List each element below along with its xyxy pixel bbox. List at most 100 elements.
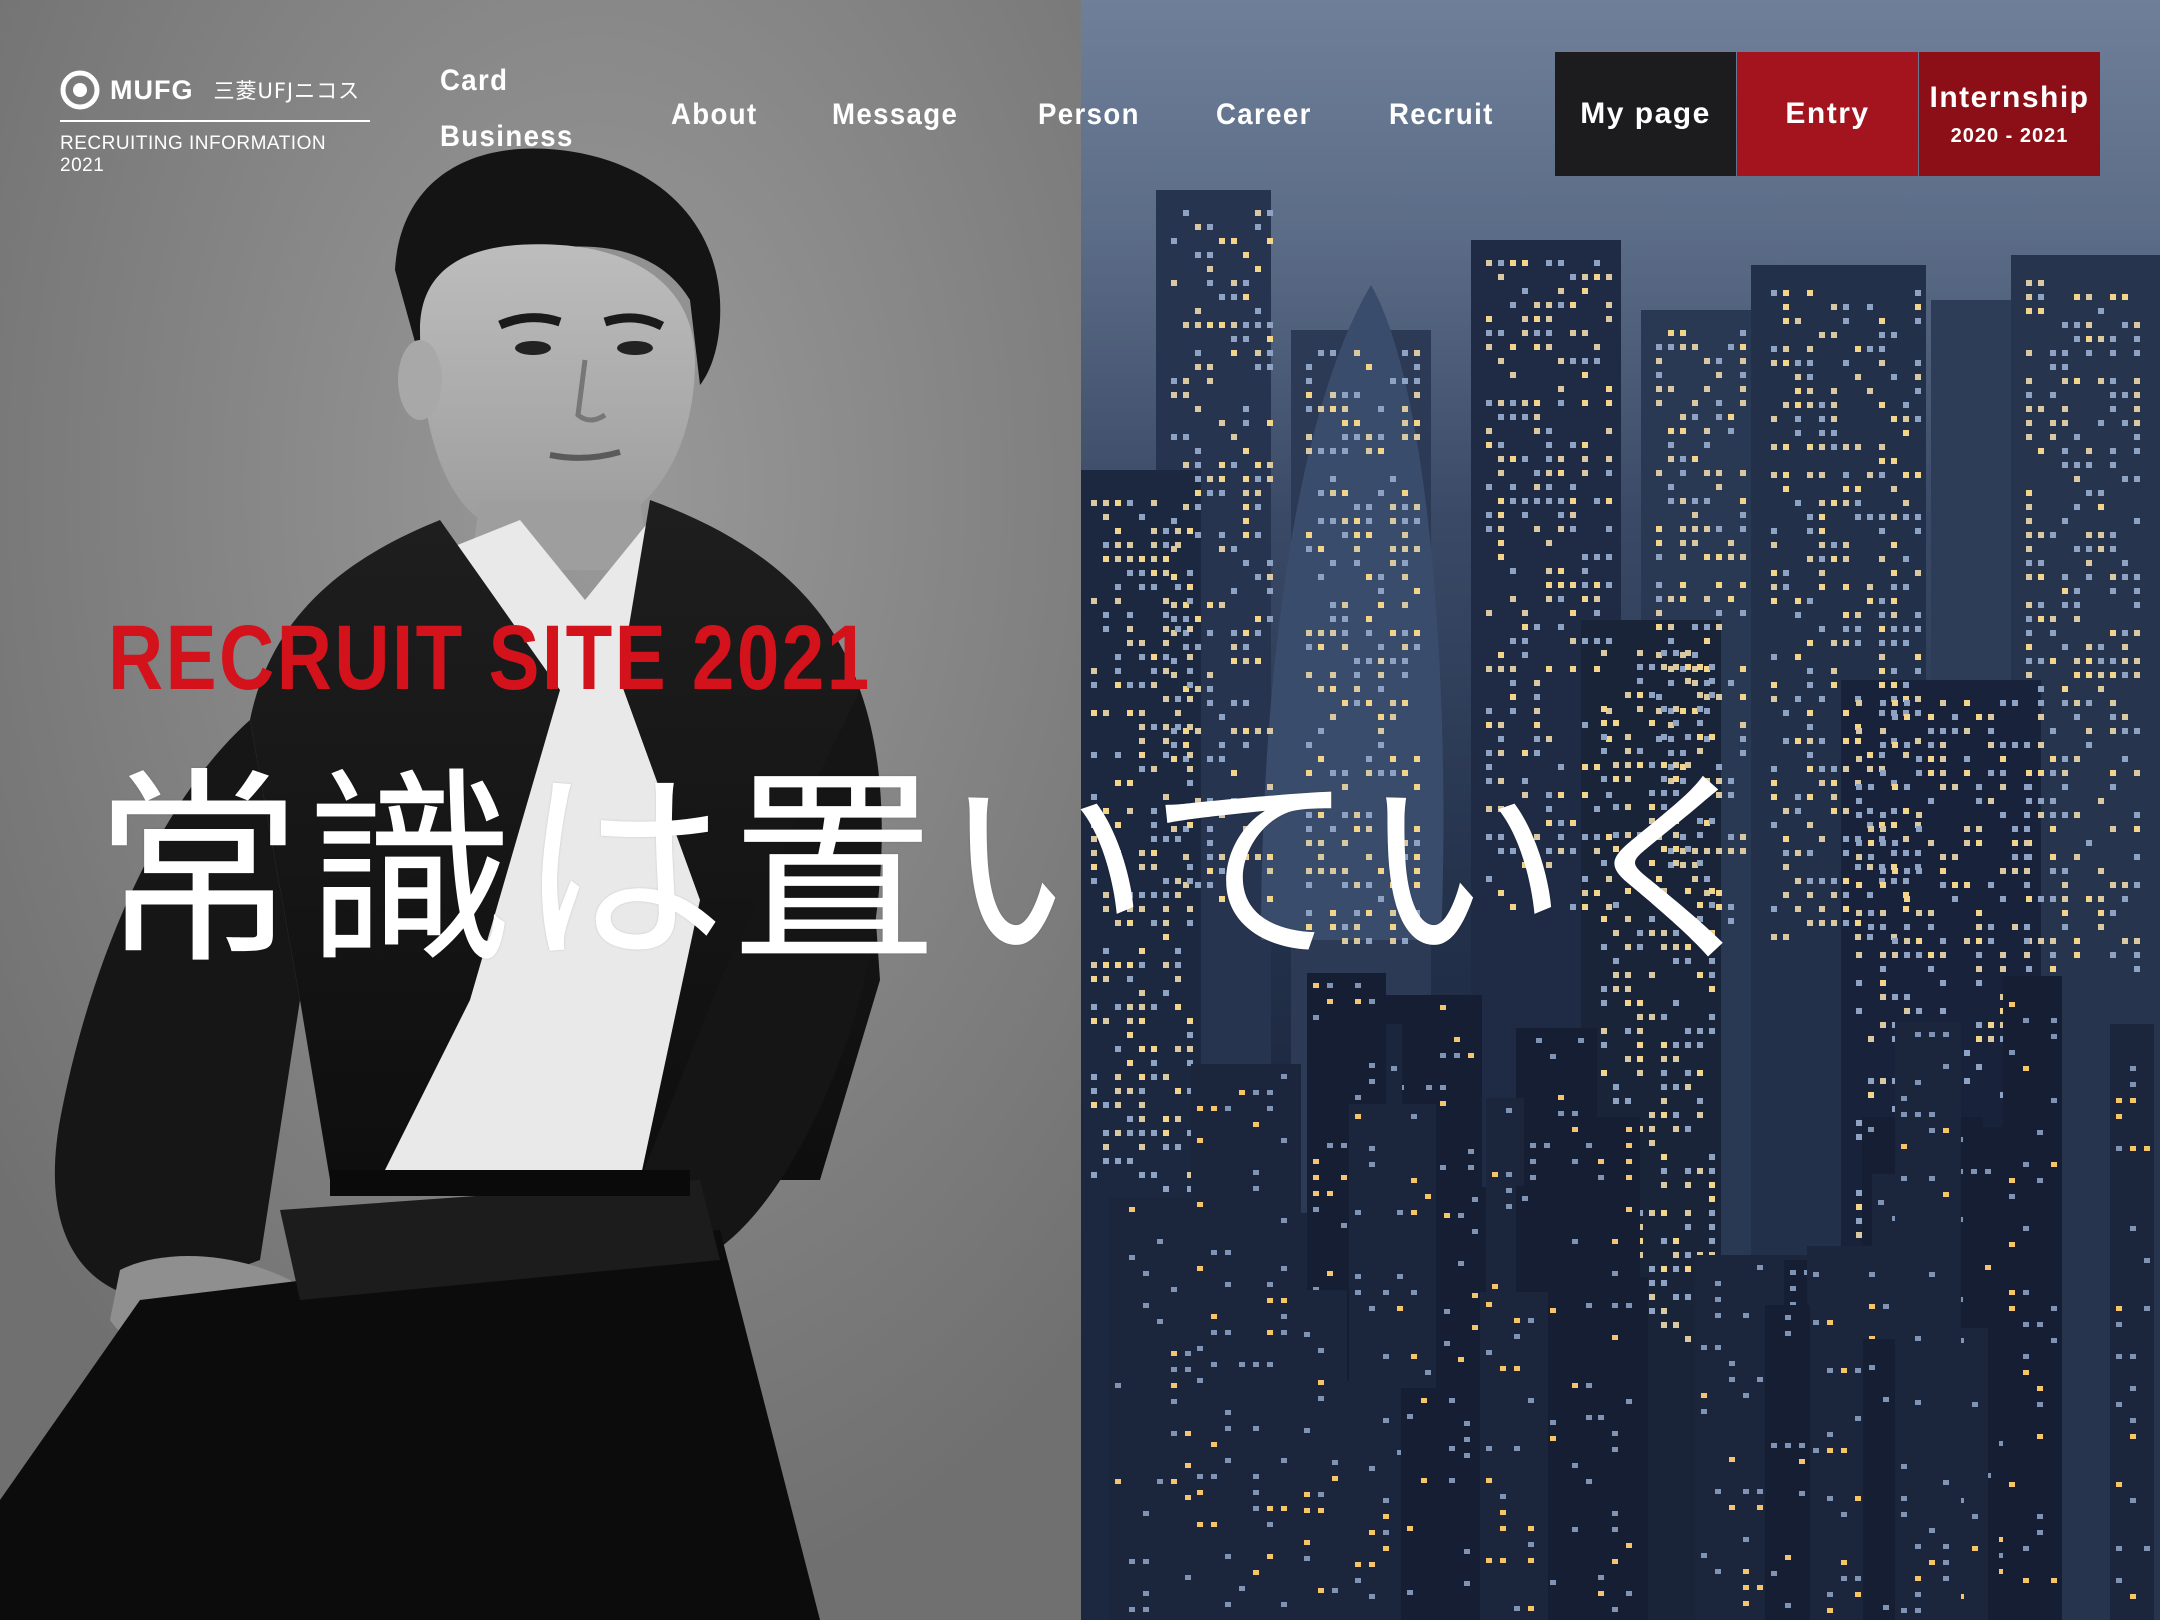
mypage-button[interactable]: My page [1555,52,1736,176]
window-light [1187,1018,1193,1024]
window-light [1582,554,1588,560]
window-light [1318,1588,1324,1593]
window-light [1127,640,1133,646]
window-light [2026,504,2032,510]
window-light [1330,518,1336,524]
window-light [1929,1272,1935,1277]
window-light [1740,554,1746,560]
window-light [1879,346,1885,352]
window-light [1139,654,1145,660]
window-light [2134,952,2140,958]
window-light [1903,514,1909,520]
window-light [2038,308,2044,314]
window-light [1716,582,1722,588]
window-light [1231,700,1237,706]
window-light [2024,840,2030,846]
window-light [1354,658,1360,664]
window-light [1354,434,1360,440]
window-light [2130,1498,2136,1503]
window-light [2024,924,2030,930]
nav-career[interactable]: Career [1216,98,1312,132]
window-light [1139,1004,1145,1010]
window-light [1940,784,1946,790]
window-light [1612,1303,1618,1308]
nav-recruit[interactable]: Recruit [1389,98,1494,132]
window-light [1649,692,1655,698]
window-light [1355,1274,1361,1279]
window-light [1195,532,1201,538]
window-light [1783,290,1789,296]
window-light [1680,344,1686,350]
window-light [2024,938,2030,944]
window-light [1175,1046,1181,1052]
window-light [2026,350,2032,356]
window-light [1354,532,1360,538]
nav-card-business[interactable]: Card Business [440,66,574,152]
window-light [1668,428,1674,434]
window-light [1253,1506,1259,1511]
window-light [1243,322,1249,328]
window-light [1807,878,1813,884]
window-light [1626,1127,1632,1132]
window-light [1225,1458,1231,1463]
window-light [1915,626,1921,632]
window-light [1880,728,1886,734]
window-light [1656,344,1662,350]
window-light [1197,1202,1203,1207]
window-light [2023,1546,2029,1551]
window-light [1151,542,1157,548]
window-light [1916,910,1922,916]
window-light [1255,308,1261,314]
window-light [1661,1098,1667,1104]
window-light [1486,1302,1492,1307]
window-light [1157,1239,1163,1244]
window-light [1785,1443,1791,1448]
logo-company: 三菱UFJニコス [213,79,361,103]
window-light [1807,850,1813,856]
window-light [1656,610,1662,616]
window-light [1449,1478,1455,1483]
window-light [1486,484,1492,490]
window-light [2023,1162,2029,1167]
window-light [1915,1544,1921,1549]
window-light [1697,1098,1703,1104]
window-light [1771,570,1777,576]
window-light [1528,1318,1534,1323]
entry-button[interactable]: Entry [1737,52,1918,176]
nav-message[interactable]: Message [832,98,958,132]
window-light [1855,626,1861,632]
nav-person[interactable]: Person [1038,98,1140,132]
window-light [1550,1308,1556,1313]
window-light [1267,210,1273,216]
window-light [1964,882,1970,888]
window-light [2122,644,2128,650]
window-light [1558,288,1564,294]
internship-button[interactable]: Internship 2020 - 2021 [1919,52,2100,176]
window-light [1127,710,1133,716]
window-light [1163,1186,1169,1192]
window-light [1366,658,1372,664]
window-light [1383,1498,1389,1503]
window-light [1534,484,1540,490]
window-light [1661,1280,1667,1286]
window-light [1795,318,1801,324]
window-light [1952,896,1958,902]
window-light [1985,1265,1991,1270]
window-light [2086,672,2092,678]
nav-about[interactable]: About [671,98,758,132]
window-light [1680,708,1686,714]
window-light [1929,1176,1935,1181]
window-light [1486,1446,1492,1451]
site-logo[interactable]: MUFG 三菱UFJニコス RECRUITING INFORMATION 202… [60,70,370,177]
window-light [2051,1338,2057,1343]
window-light [1313,1175,1319,1180]
window-light [1586,1383,1592,1388]
window-light [1195,686,1201,692]
window-light [1127,1116,1133,1122]
window-light [1976,910,1982,916]
window-light [1867,584,1873,590]
window-light [2110,910,2116,916]
window-light [1598,1575,1604,1580]
window-light [1468,1053,1474,1058]
window-light [1855,612,1861,618]
